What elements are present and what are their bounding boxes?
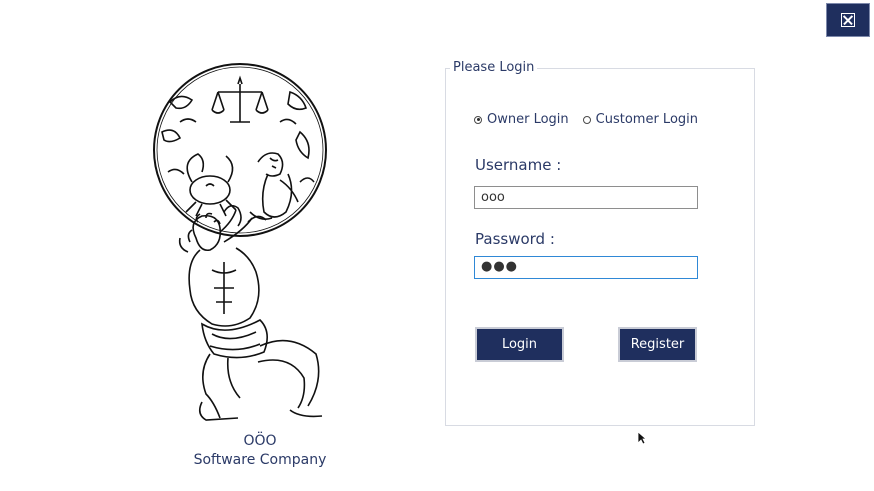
password-label: Password : <box>475 230 555 248</box>
register-button[interactable]: Register <box>618 327 697 362</box>
company-logo-text: OÖO <box>243 433 277 449</box>
username-input[interactable] <box>474 186 698 209</box>
radio-checked-icon <box>474 115 482 124</box>
password-input[interactable]: ●●● <box>474 256 698 279</box>
radio-unchecked-icon <box>582 115 591 124</box>
company-block: OÖO Software Company <box>150 432 370 470</box>
owner-login-label: Owner Login <box>487 112 569 127</box>
customer-login-radio[interactable]: Customer Login <box>582 112 699 127</box>
customer-login-label: Customer Login <box>595 112 699 127</box>
company-name: Software Company <box>193 452 327 468</box>
atlas-logo-icon <box>153 63 327 421</box>
login-button[interactable]: Login <box>475 327 564 362</box>
mouse-cursor-icon <box>637 431 647 445</box>
login-group-title: Please Login <box>450 60 538 75</box>
login-type-group: Owner Login Customer Login <box>474 112 698 127</box>
close-icon <box>841 13 855 27</box>
username-label: Username : <box>475 156 562 174</box>
close-button[interactable] <box>826 3 870 37</box>
owner-login-radio[interactable]: Owner Login <box>474 112 569 127</box>
